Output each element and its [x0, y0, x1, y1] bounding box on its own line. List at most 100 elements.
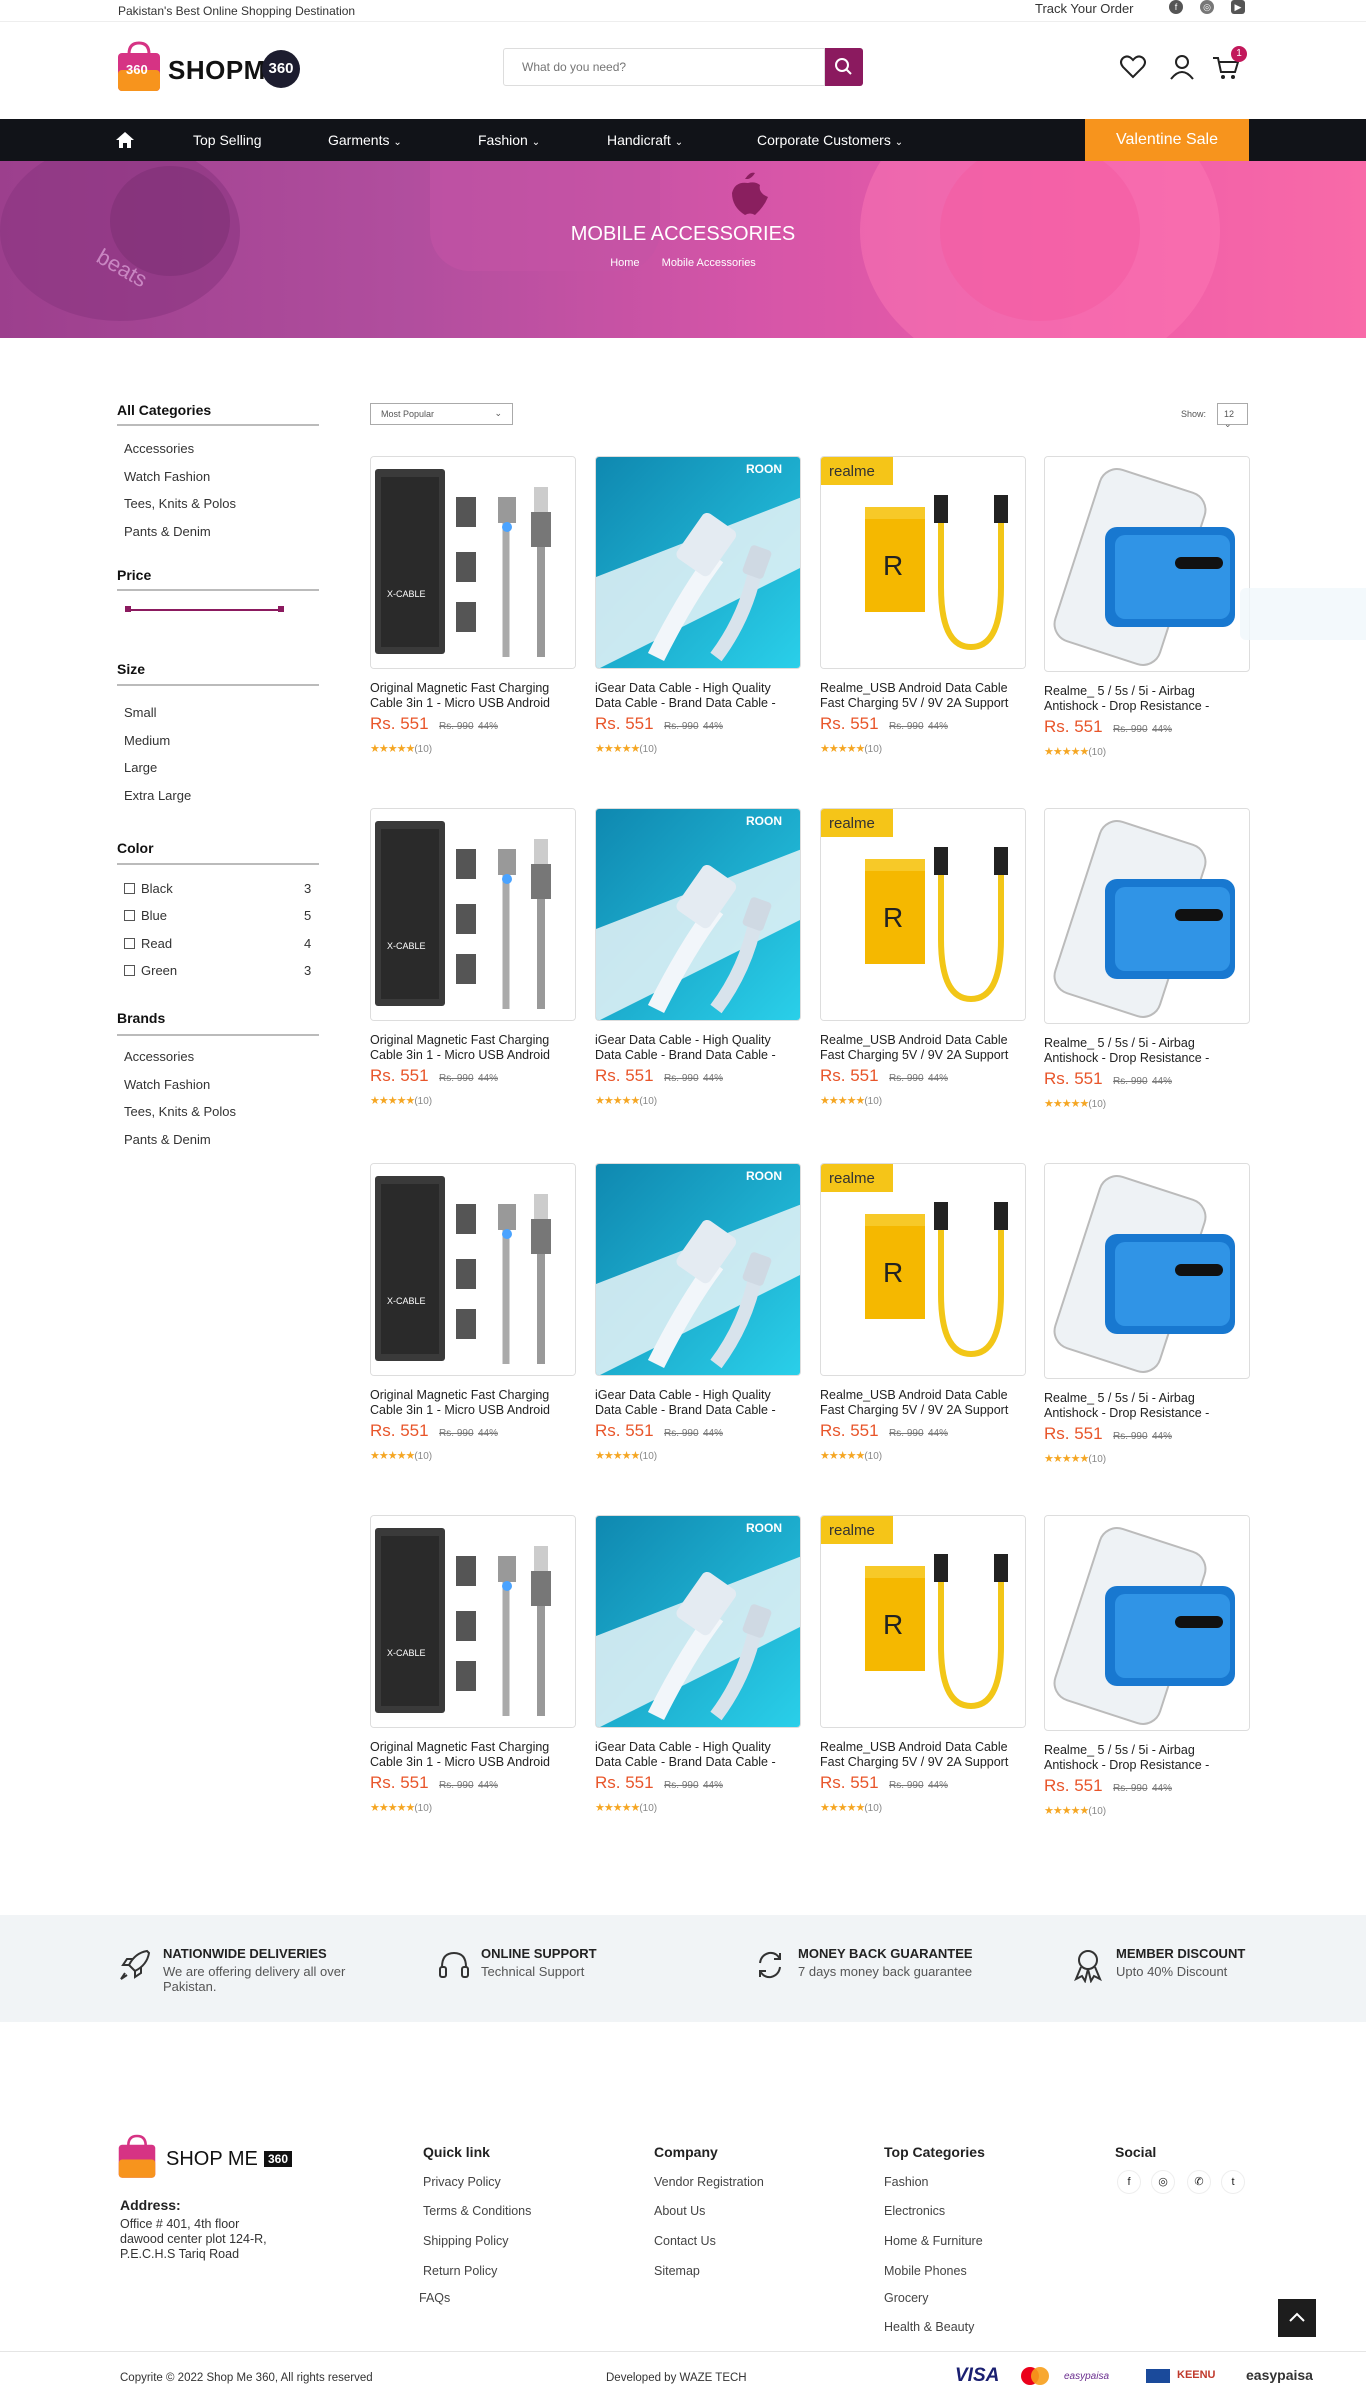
- product-discount: 44%: [927, 721, 948, 732]
- product-name[interactable]: Original Magnetic Fast Charging Cable 3in…: [370, 1740, 580, 1770]
- feature-sub: 7 days money back guarantee: [798, 1964, 973, 1979]
- product-name[interactable]: iGear Data Cable - High Quality Data Cabl…: [595, 1740, 805, 1770]
- footer-link[interactable]: About Us: [654, 2204, 705, 2218]
- product-image[interactable]: realme R: [820, 1515, 1026, 1728]
- color-checkbox-black[interactable]: Black: [124, 881, 173, 896]
- show-count-select[interactable]: 12 ⌄: [1217, 403, 1248, 429]
- rocket-icon: [117, 1947, 153, 1988]
- home-icon[interactable]: [115, 131, 135, 154]
- category-link[interactable]: Watch Fashion: [124, 469, 210, 484]
- product-name[interactable]: Realme_USB Android Data Cable Fast Chargi…: [820, 1033, 1030, 1063]
- product-name[interactable]: Original Magnetic Fast Charging Cable 3in…: [370, 1033, 580, 1063]
- nav-handicraft[interactable]: Handicraft ⌄: [607, 119, 683, 161]
- size-option[interactable]: Large: [124, 760, 157, 775]
- product-name[interactable]: Realme_ 5 / 5s / 5i - Airbag Antishock - …: [1044, 1036, 1254, 1066]
- footer-link[interactable]: Grocery: [884, 2291, 928, 2305]
- footer-link[interactable]: Mobile Phones: [884, 2264, 967, 2278]
- product-image[interactable]: [1044, 456, 1250, 672]
- product-image[interactable]: realme R: [820, 808, 1026, 1021]
- product-image[interactable]: [1044, 808, 1250, 1024]
- breadcrumb-home[interactable]: Home: [610, 257, 639, 269]
- product-name[interactable]: Realme_ 5 / 5s / 5i - Airbag Antishock - …: [1044, 1743, 1254, 1773]
- scroll-to-top-button[interactable]: [1278, 2299, 1316, 2337]
- product-price-row: Rs. 551 Rs. 990 44%: [595, 714, 723, 734]
- facebook-icon[interactable]: f: [1169, 0, 1183, 14]
- color-checkbox-green[interactable]: Green: [124, 963, 177, 978]
- product-name[interactable]: Original Magnetic Fast Charging Cable 3in…: [370, 681, 580, 711]
- brand-link[interactable]: Watch Fashion: [124, 1077, 210, 1092]
- price-max-handle[interactable]: [278, 606, 284, 612]
- product-image[interactable]: X-CABLE: [370, 456, 576, 669]
- category-link[interactable]: Accessories: [124, 441, 194, 456]
- product-name[interactable]: Realme_ 5 / 5s / 5i - Airbag Antishock - …: [1044, 1391, 1254, 1421]
- footer-link[interactable]: Privacy Policy: [423, 2175, 501, 2189]
- footer-link[interactable]: Terms & Conditions: [423, 2204, 531, 2218]
- footer-link[interactable]: Contact Us: [654, 2234, 716, 2248]
- sort-select[interactable]: Most Popular ⌄: [370, 403, 513, 425]
- product-image[interactable]: X-CABLE: [370, 808, 576, 1021]
- wishlist-heart-icon[interactable]: [1118, 52, 1148, 82]
- nav-garments[interactable]: Garments ⌄: [328, 119, 402, 161]
- footer-link[interactable]: Vendor Registration: [654, 2175, 764, 2189]
- brand-link[interactable]: Tees, Knits & Polos: [124, 1104, 236, 1119]
- product-price: Rs. 551: [370, 1773, 429, 1792]
- size-option[interactable]: Medium: [124, 733, 170, 748]
- account-user-icon[interactable]: [1167, 52, 1197, 82]
- nav-corporate[interactable]: Corporate Customers ⌄: [757, 119, 903, 161]
- top-categories-heading: Top Categories: [884, 2144, 985, 2160]
- product-image[interactable]: [1044, 1515, 1250, 1731]
- search-button[interactable]: [825, 48, 863, 86]
- track-order-link[interactable]: Track Your Order: [1035, 1, 1134, 16]
- footer-link[interactable]: Home & Furniture: [884, 2234, 983, 2248]
- logo-bag-icon[interactable]: 360: [116, 40, 162, 92]
- size-option[interactable]: Extra Large: [124, 788, 191, 803]
- product-name[interactable]: Realme_USB Android Data Cable Fast Chargi…: [820, 1388, 1030, 1418]
- product-image[interactable]: ROON: [595, 808, 801, 1021]
- product-price-row: Rs. 551 Rs. 990 44%: [1044, 1776, 1172, 1796]
- product-image[interactable]: ROON: [595, 1163, 801, 1376]
- price-min-handle[interactable]: [125, 606, 131, 612]
- facebook-icon[interactable]: f: [1117, 2170, 1141, 2194]
- product-name[interactable]: Realme_USB Android Data Cable Fast Chargi…: [820, 1740, 1030, 1770]
- brand-link[interactable]: Accessories: [124, 1049, 194, 1064]
- valentine-sale-button[interactable]: Valentine Sale: [1085, 119, 1249, 161]
- divider: [117, 1034, 319, 1036]
- instagram-icon[interactable]: ◎: [1151, 2170, 1175, 2194]
- footer-link[interactable]: Shipping Policy: [423, 2234, 508, 2248]
- product-name[interactable]: iGear Data Cable - High Quality Data Cabl…: [595, 1033, 805, 1063]
- product-image[interactable]: ROON: [595, 456, 801, 669]
- color-checkbox-red[interactable]: Read: [124, 936, 172, 951]
- product-image[interactable]: [1044, 1163, 1250, 1379]
- footer-link[interactable]: Sitemap: [654, 2264, 700, 2278]
- category-link[interactable]: Pants & Denim: [124, 524, 211, 539]
- product-image[interactable]: realme R: [820, 1163, 1026, 1376]
- brand-link[interactable]: Pants & Denim: [124, 1132, 211, 1147]
- product-image[interactable]: ROON: [595, 1515, 801, 1728]
- footer-link[interactable]: FAQs: [419, 2291, 450, 2305]
- size-option[interactable]: Small: [124, 705, 157, 720]
- product-image[interactable]: X-CABLE: [370, 1163, 576, 1376]
- floating-side-tab[interactable]: [1240, 588, 1366, 640]
- product-name[interactable]: iGear Data Cable - High Quality Data Cabl…: [595, 681, 805, 711]
- product-name[interactable]: iGear Data Cable - High Quality Data Cabl…: [595, 1388, 805, 1418]
- instagram-icon[interactable]: ◎: [1200, 0, 1214, 14]
- product-image[interactable]: realme R: [820, 456, 1026, 669]
- youtube-icon[interactable]: ▶: [1231, 0, 1245, 14]
- color-checkbox-blue[interactable]: Blue: [124, 908, 167, 923]
- nav-fashion[interactable]: Fashion ⌄: [478, 119, 540, 161]
- footer-link[interactable]: Fashion: [884, 2175, 928, 2189]
- whatsapp-icon[interactable]: ✆: [1187, 2170, 1211, 2194]
- nav-top-selling[interactable]: Top Selling: [193, 119, 262, 161]
- product-name[interactable]: Original Magnetic Fast Charging Cable 3in…: [370, 1388, 580, 1418]
- footer-link[interactable]: Return Policy: [423, 2264, 497, 2278]
- product-name[interactable]: Realme_USB Android Data Cable Fast Chargi…: [820, 681, 1030, 711]
- product-image[interactable]: X-CABLE: [370, 1515, 576, 1728]
- twitter-icon[interactable]: t: [1221, 2170, 1245, 2194]
- category-link[interactable]: Tees, Knits & Polos: [124, 496, 236, 511]
- search-input[interactable]: [503, 48, 825, 86]
- product-name[interactable]: Realme_ 5 / 5s / 5i - Airbag Antishock - …: [1044, 684, 1254, 714]
- footer-link[interactable]: Health & Beauty: [884, 2320, 974, 2334]
- footer-link[interactable]: Electronics: [884, 2204, 945, 2218]
- product-old-price: Rs. 990: [439, 1428, 474, 1439]
- footer-logo-bag-icon[interactable]: [117, 2133, 157, 2184]
